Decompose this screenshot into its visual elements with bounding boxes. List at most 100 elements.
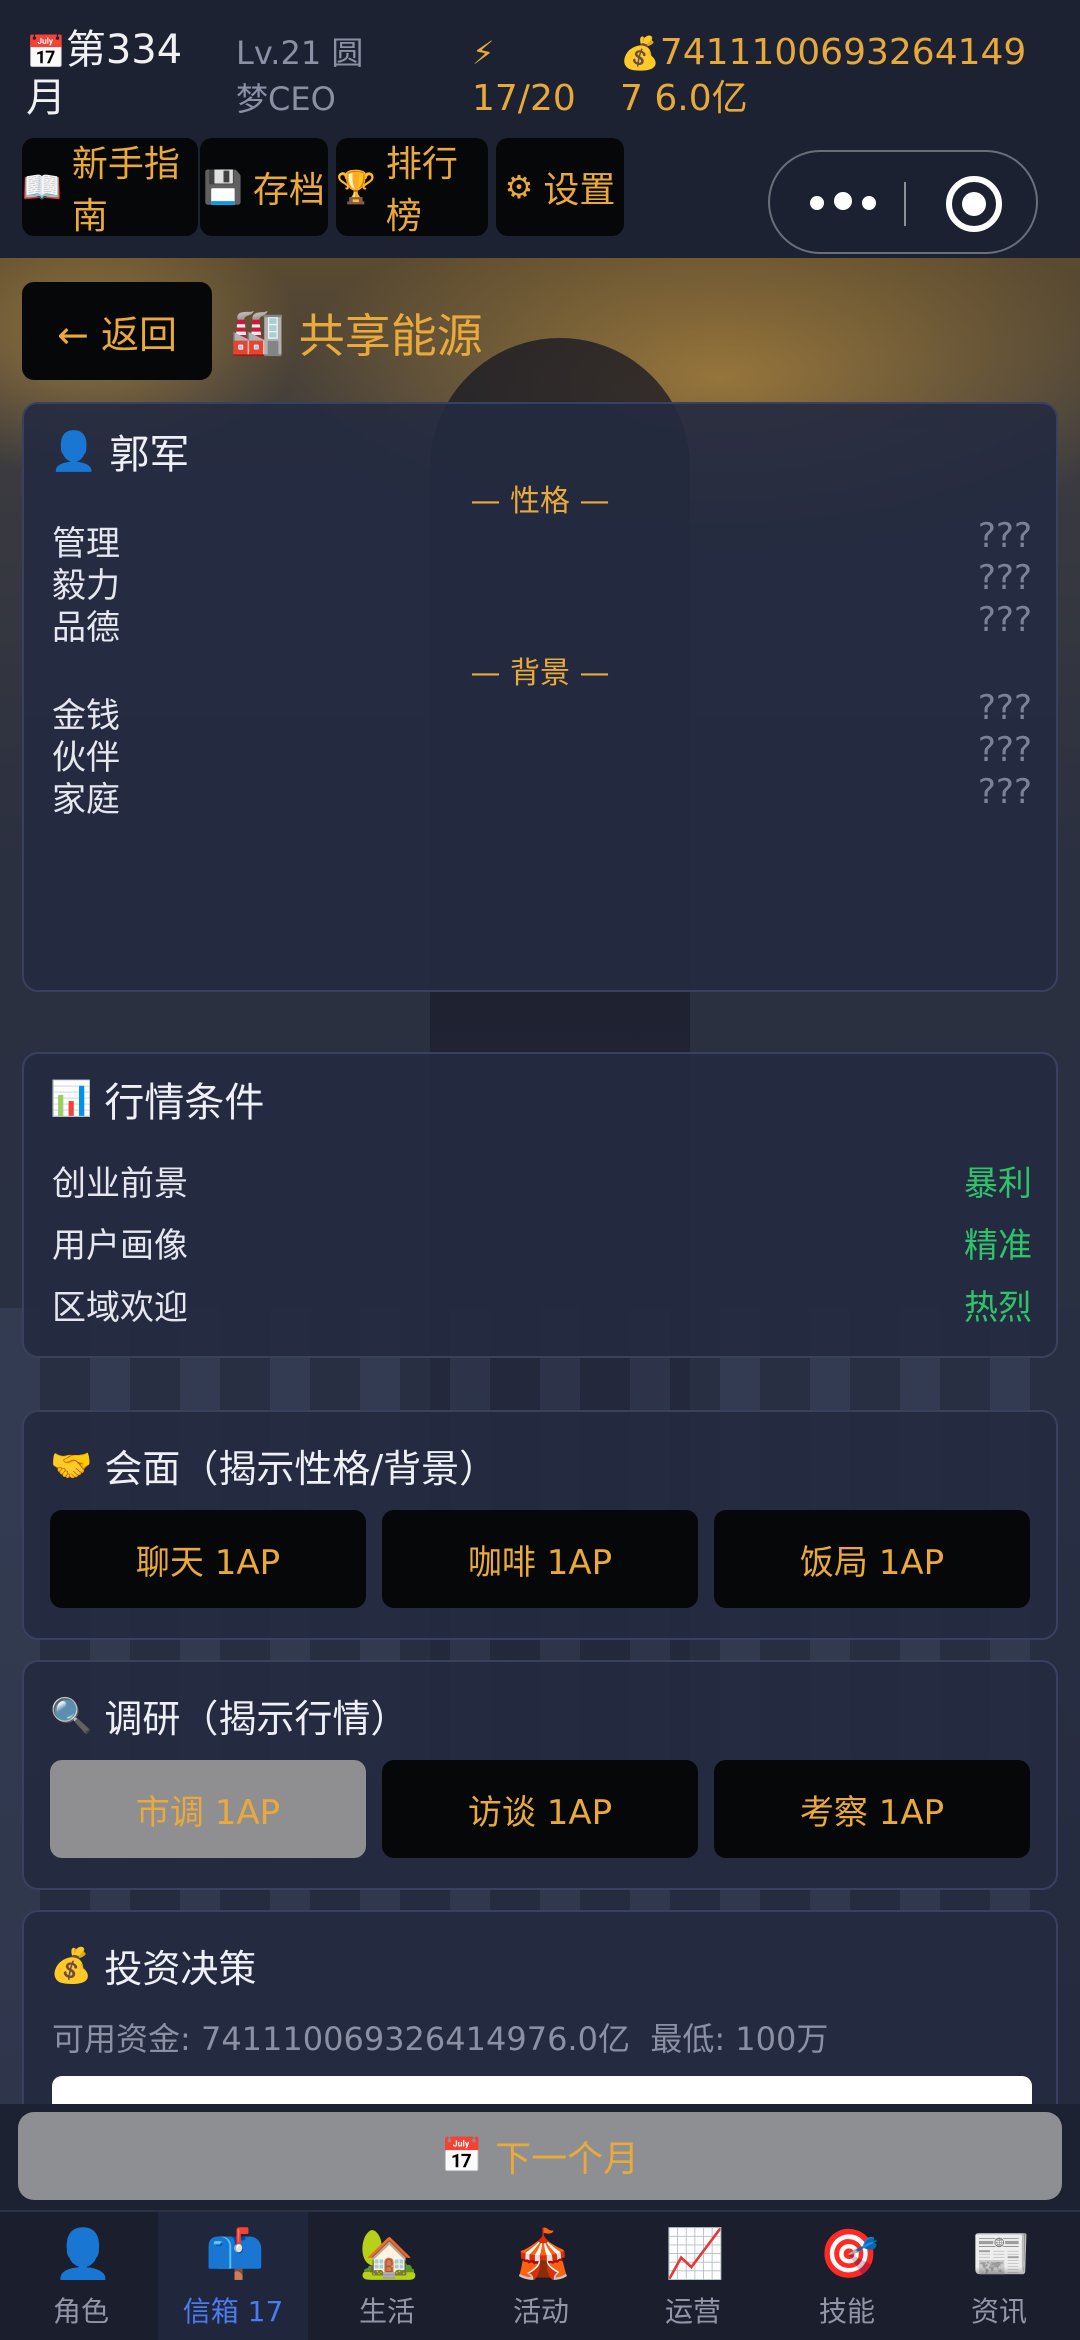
market-row: 创业前景 暴利 bbox=[52, 1156, 1032, 1216]
book-icon: 📖 bbox=[22, 168, 62, 206]
invest-title: 💰 投资决策 bbox=[50, 1938, 256, 1993]
inspection-button[interactable]: 考察 1AP bbox=[714, 1760, 1030, 1858]
more-icon[interactable] bbox=[810, 188, 890, 218]
market-row: 用户画像 精准 bbox=[52, 1218, 1032, 1278]
bar-chart-icon: 📊 bbox=[50, 1079, 93, 1119]
close-miniprogram-icon[interactable] bbox=[946, 176, 1002, 232]
tab-label: 信箱 17 bbox=[182, 2295, 284, 2328]
market-name: 用户画像 bbox=[52, 1226, 188, 1266]
month-indicator: 📅第334月 bbox=[26, 26, 206, 122]
tab-label: 角色 bbox=[52, 2295, 109, 2328]
market-title: 📊 行情条件 bbox=[50, 1070, 264, 1128]
trait-value: ??? bbox=[977, 772, 1032, 812]
settings-button[interactable]: ⚙ 设置 bbox=[496, 138, 624, 236]
floppy-icon: 💾 bbox=[203, 168, 243, 206]
miniprogram-capsule bbox=[768, 150, 1038, 254]
tent-icon: 🎪 bbox=[513, 2226, 573, 2282]
personality-heading: — 性格 — bbox=[470, 484, 610, 519]
meet-card: 🤝 会面（揭示性格/背景） 聊天 1AP 咖啡 1AP 饭局 1AP bbox=[22, 1410, 1058, 1640]
money-bag-icon: 💰 bbox=[620, 34, 660, 72]
market-title-text: 行情条件 bbox=[104, 1080, 265, 1126]
level-indicator: Lv.21 圆梦CEO bbox=[236, 34, 364, 118]
next-month-bar: 📅 下一个月 bbox=[0, 2104, 1080, 2210]
market-value: 热烈 bbox=[964, 1288, 1032, 1328]
next-month-button[interactable]: 📅 下一个月 bbox=[18, 2112, 1062, 2200]
back-button[interactable]: ← 返回 bbox=[22, 282, 212, 380]
research-title: 🔍 调研（揭示行情） bbox=[50, 1688, 408, 1743]
trait-value: ??? bbox=[977, 516, 1032, 556]
guide-button[interactable]: 📖 新手指南 bbox=[22, 138, 198, 237]
person-name: 👤 郭军 bbox=[50, 422, 189, 480]
tab-activity[interactable]: 🎪 活动 bbox=[466, 2212, 616, 2340]
next-month-label: 下一个月 bbox=[495, 2139, 640, 2180]
page-title-text: 共享能源 bbox=[298, 309, 483, 363]
ap-indicator: ⚡ 17/20 bbox=[472, 30, 576, 122]
trait-name: 家庭 bbox=[52, 780, 120, 820]
research-title-text: 调研（揭示行情） bbox=[104, 1697, 409, 1741]
person-card: 👤 郭军 — 性格 — 管理??? 毅力??? 品德??? — 背景 — 金钱?… bbox=[22, 402, 1058, 992]
funds-text: 可用资金: 741110069326414976.0亿 bbox=[52, 2020, 630, 2058]
bottom-tab-bar: 👤 角色 📫 信箱 17 🏡 生活 🎪 活动 📈 运营 🎯 技能 📰 资讯 bbox=[0, 2210, 1080, 2340]
interview-button[interactable]: 访谈 1AP bbox=[382, 1760, 698, 1858]
handshake-icon: 🤝 bbox=[50, 1445, 93, 1486]
minimum-text: 最低: 100万 bbox=[650, 2020, 829, 2058]
money-text: 74111006932641497 6.0亿 bbox=[620, 32, 1027, 119]
meet-title: 🤝 会面（揭示性格/背景） bbox=[50, 1438, 497, 1493]
background-heading: — 背景 — bbox=[470, 656, 610, 691]
target-icon: 🎯 bbox=[819, 2226, 879, 2282]
tab-operation[interactable]: 📈 运营 bbox=[618, 2212, 768, 2340]
meet-buttons: 聊天 1AP 咖啡 1AP 饭局 1AP bbox=[50, 1510, 1030, 1608]
calendar-icon: 📅 bbox=[440, 2136, 484, 2176]
invest-title-text: 投资决策 bbox=[104, 1947, 257, 1991]
tab-mailbox[interactable]: 📫 信箱 17 bbox=[158, 2212, 308, 2340]
market-value: 精准 bbox=[964, 1226, 1032, 1266]
person-icon: 👤 bbox=[50, 429, 98, 473]
newspaper-icon: 📰 bbox=[971, 2226, 1031, 2282]
person-name-text: 郭军 bbox=[109, 432, 190, 478]
capsule-divider bbox=[904, 182, 906, 226]
tab-life[interactable]: 🏡 生活 bbox=[312, 2212, 462, 2340]
leaderboard-label: 排行榜 bbox=[385, 144, 458, 237]
tab-label: 运营 bbox=[664, 2295, 721, 2328]
market-row: 区域欢迎 热烈 bbox=[52, 1280, 1032, 1340]
meet-title-text: 会面（揭示性格/背景） bbox=[104, 1447, 498, 1491]
leaderboard-button[interactable]: 🏆 排行榜 bbox=[336, 138, 488, 237]
tab-skills[interactable]: 🎯 技能 bbox=[772, 2212, 922, 2340]
market-survey-button[interactable]: 市调 1AP bbox=[50, 1760, 366, 1858]
settings-label: 设置 bbox=[543, 170, 616, 211]
available-funds: 可用资金: 741110069326414976.0亿 最低: 100万 bbox=[52, 2014, 828, 2060]
house-icon: 🏡 bbox=[359, 2226, 419, 2282]
factory-icon: 🏭 bbox=[230, 307, 285, 358]
dinner-button[interactable]: 饭局 1AP bbox=[714, 1510, 1030, 1608]
save-label: 存档 bbox=[252, 170, 325, 211]
market-name: 区域欢迎 bbox=[52, 1288, 188, 1328]
calendar-icon: 📅 bbox=[26, 33, 66, 71]
coffee-button[interactable]: 咖啡 1AP bbox=[382, 1510, 698, 1608]
chat-button[interactable]: 聊天 1AP bbox=[50, 1510, 366, 1608]
tab-label: 活动 bbox=[512, 2295, 569, 2328]
page-title: 🏭 共享能源 bbox=[230, 300, 483, 366]
lightning-icon: ⚡ bbox=[472, 34, 495, 72]
gear-icon: ⚙ bbox=[504, 168, 534, 206]
ap-text: 17/20 bbox=[472, 78, 576, 119]
market-name: 创业前景 bbox=[52, 1164, 188, 1204]
chart-icon: 📈 bbox=[665, 2226, 725, 2282]
trophy-icon: 🏆 bbox=[336, 168, 376, 206]
trait-value: ??? bbox=[977, 600, 1032, 640]
research-card: 🔍 调研（揭示行情） 市调 1AP 访谈 1AP 考察 1AP bbox=[22, 1660, 1058, 1890]
person-icon: 👤 bbox=[53, 2226, 113, 2282]
guide-label: 新手指南 bbox=[71, 144, 180, 237]
tab-label: 技能 bbox=[818, 2295, 875, 2328]
magnifier-icon: 🔍 bbox=[50, 1695, 93, 1736]
market-card: 📊 行情条件 创业前景 暴利 用户画像 精准 区域欢迎 热烈 bbox=[22, 1052, 1058, 1358]
main-content: ← 返回 🏭 共享能源 👤 郭军 — 性格 — 管理??? 毅力??? 品德??… bbox=[0, 258, 1080, 2140]
trait-row: 家庭??? bbox=[52, 772, 1032, 832]
tab-news[interactable]: 📰 资讯 bbox=[924, 2212, 1074, 2340]
tab-role[interactable]: 👤 角色 bbox=[6, 2212, 156, 2340]
trait-value: ??? bbox=[977, 730, 1032, 770]
market-value: 暴利 bbox=[964, 1164, 1032, 1204]
save-button[interactable]: 💾 存档 bbox=[200, 138, 328, 236]
research-buttons: 市调 1AP 访谈 1AP 考察 1AP bbox=[50, 1760, 1030, 1858]
tab-label: 资讯 bbox=[970, 2295, 1027, 2328]
mailbox-icon: 📫 bbox=[205, 2226, 265, 2282]
